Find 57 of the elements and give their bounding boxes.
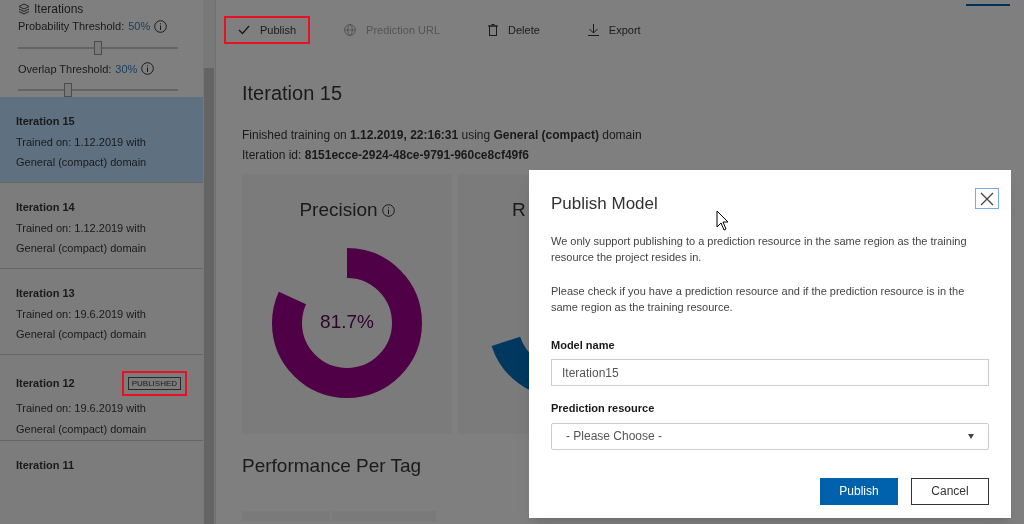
download-icon <box>587 24 599 36</box>
published-badge: PUBLISHED <box>127 377 182 390</box>
publish-button[interactable]: Publish <box>224 16 311 44</box>
sidebar-title: Iterations <box>34 1 84 18</box>
threshold-label: Probability Threshold: <box>18 19 125 34</box>
threshold-value: 50% <box>128 19 151 34</box>
slider[interactable] <box>18 40 178 55</box>
info-icon <box>154 19 168 33</box>
dialog-text: Please check if you have a prediction resource and if the prediction resource is in the same region as the training resource. <box>551 283 966 315</box>
training-details: Trained on: 19.6.2019 with <box>16 401 147 416</box>
close-icon <box>980 191 994 206</box>
training-details: Trained on: 19.6.2019 with <box>16 306 147 322</box>
dialog-title: Publish Model <box>551 193 658 215</box>
training-info: Finished training on 1.12.2019, 22:16:31 using General (compact) domain <box>242 127 643 144</box>
iteration-name: Iteration 14 <box>16 200 75 215</box>
iteration-item[interactable]: Iteration 15 Trained on: 1.12.2019 with General (compact) domain <box>0 97 204 183</box>
iteration-name: Iteration 15 <box>16 114 75 129</box>
training-details: General (compact) domain <box>16 327 148 342</box>
tab-indicator <box>966 4 1010 6</box>
training-details: Trained on: 1.12.2019 with <box>16 134 147 150</box>
dropdown-arrow-icon <box>968 433 974 439</box>
metric-title: R <box>512 198 526 222</box>
iteration-name: Iteration 13 <box>16 286 75 301</box>
field-label: Prediction resource <box>551 401 656 416</box>
prediction-resource-dropdown[interactable]: - Please Choose - <box>551 422 989 450</box>
scrollbar[interactable] <box>203 0 215 524</box>
field-label: Model name <box>551 337 616 353</box>
iteration-name: Iteration 12 <box>16 376 75 392</box>
trash-icon <box>488 24 499 36</box>
training-details: General (compact) domain <box>16 155 148 170</box>
layers-icon <box>18 3 30 15</box>
cancel-button[interactable]: Cancel <box>911 477 989 505</box>
publish-button[interactable]: Publish <box>820 477 898 505</box>
training-details: Trained on: 1.12.2019 with <box>16 220 147 236</box>
mouse-cursor-icon <box>716 210 730 232</box>
iteration-id: Iteration id: 8151ecce-2924-48ce-9791-960ce8cf49f6 <box>242 147 530 164</box>
metric-title: Precision <box>299 198 378 222</box>
training-details: General (compact) domain <box>16 241 148 256</box>
threshold-label: Overlap Threshold: <box>18 61 112 77</box>
section-title: Performance Per Tag <box>242 454 423 478</box>
iteration-name: Iteration 11 <box>16 458 75 473</box>
info-icon <box>141 62 155 76</box>
metric-value: 81.7% <box>319 310 375 335</box>
export-button[interactable]: Export <box>573 16 655 44</box>
dialog-text: We only support publishing to a prediction resource in the same region as the training resource the project resides in. <box>551 233 968 265</box>
training-details: General (compact) domain <box>16 421 148 437</box>
info-icon <box>381 203 395 217</box>
slider-thumb[interactable] <box>94 40 102 55</box>
slider-thumb[interactable] <box>63 83 72 97</box>
globe-icon <box>344 24 357 36</box>
threshold-value: 30% <box>115 61 138 77</box>
delete-button[interactable]: Delete <box>474 16 554 44</box>
iteration-title: Iteration 15 <box>242 81 344 106</box>
model-name-field[interactable]: Iteration15 <box>551 359 989 386</box>
slider[interactable] <box>18 83 178 97</box>
close-button[interactable] <box>975 188 999 209</box>
check-icon <box>238 25 250 35</box>
